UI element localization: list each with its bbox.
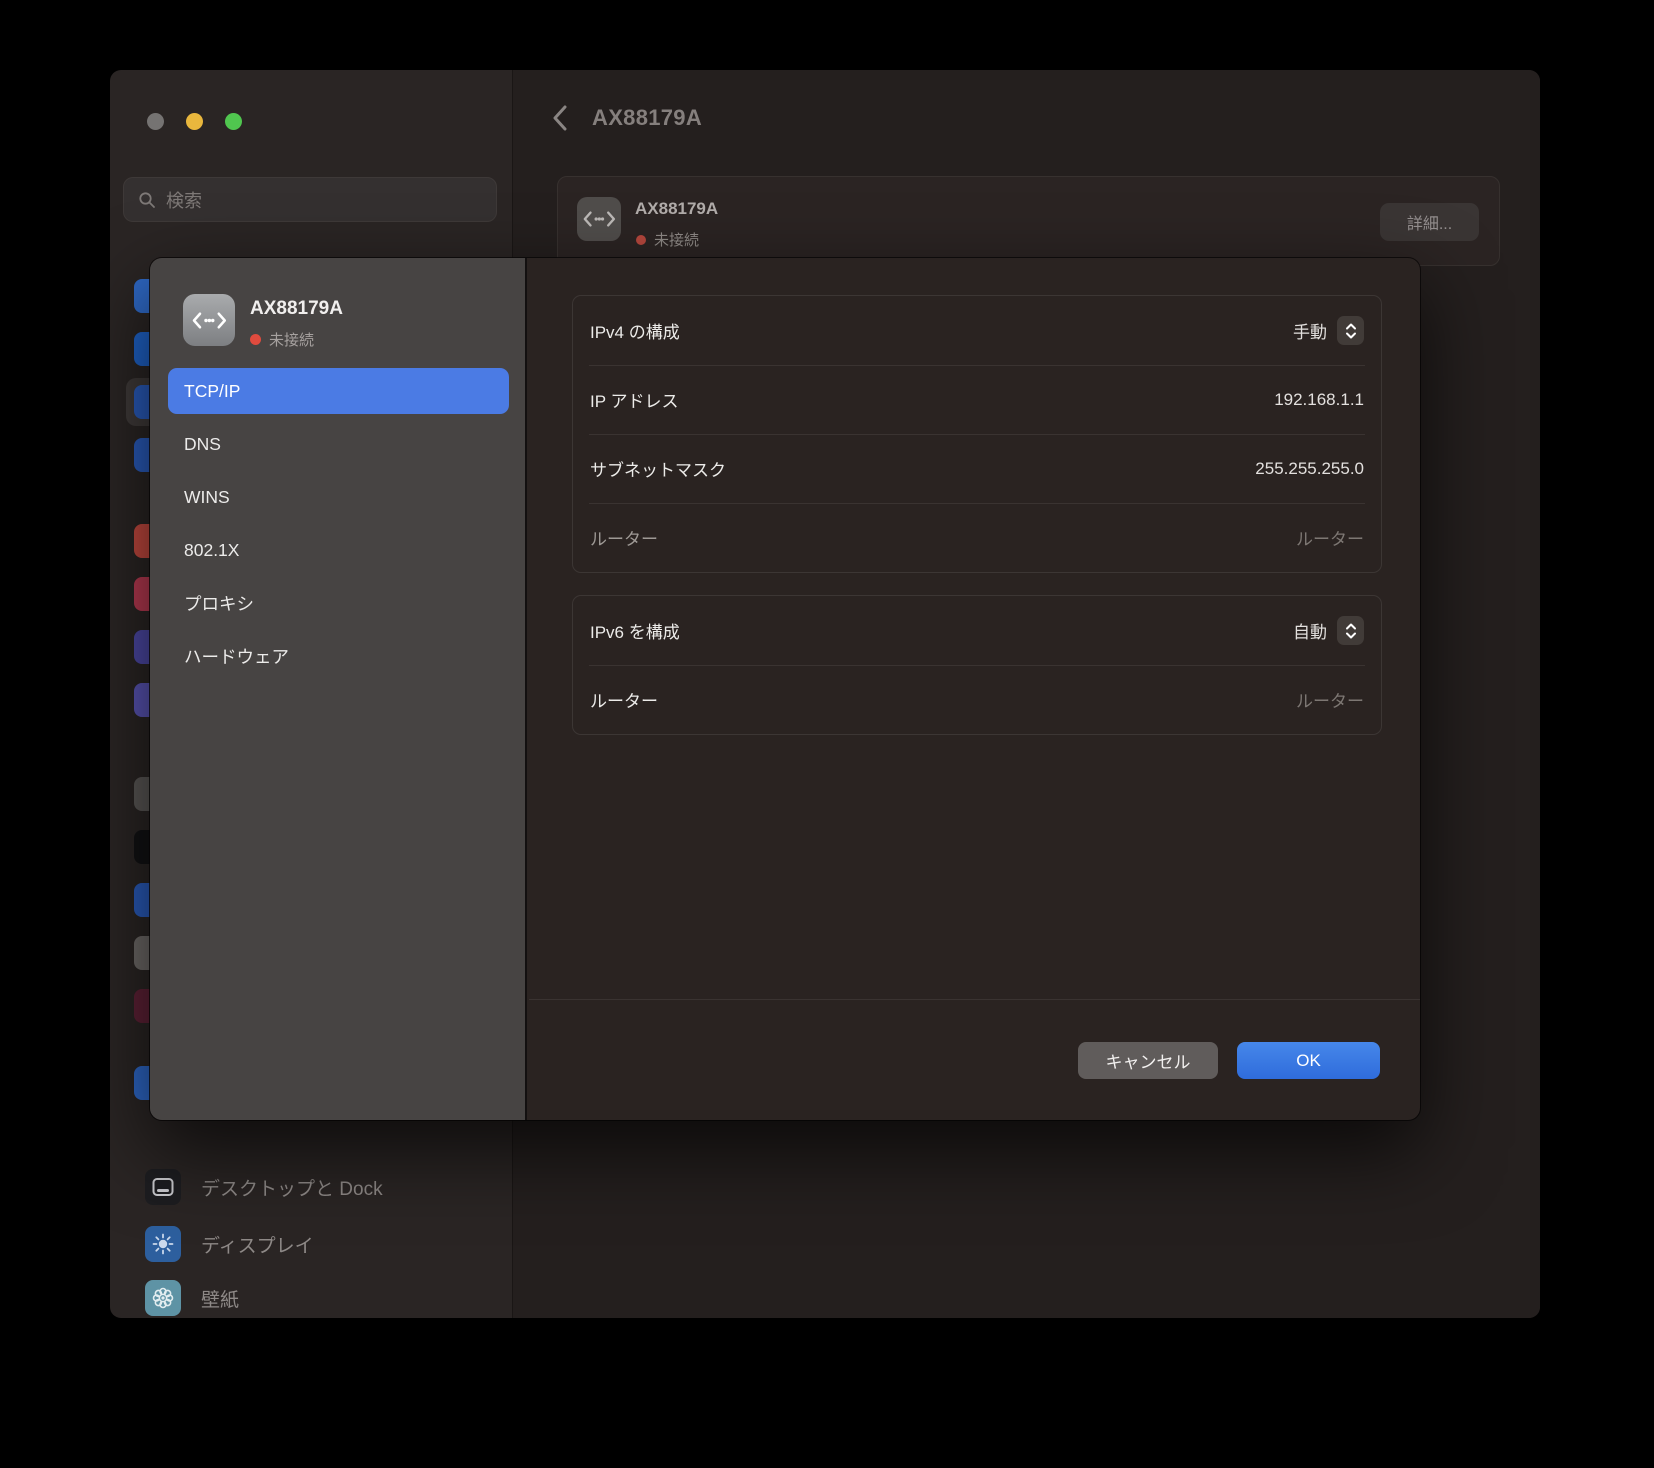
window-close-button[interactable] xyxy=(147,113,164,130)
sidebar-item-label: ディスプレイ xyxy=(201,1231,314,1258)
ipv6-router-row: ルーター ルーター xyxy=(573,665,1381,734)
ipv6-configure-stepper[interactable] xyxy=(1337,616,1364,645)
sheet-sidebar: AX88179A 未接続 TCP/IP DNS WINS 802.1X プロキシ… xyxy=(150,258,527,1120)
ipv4-router-field[interactable]: ルーター xyxy=(1296,525,1364,550)
ipv4-router-label: ルーター xyxy=(590,525,658,550)
sidebar-item-desktop-dock[interactable]: デスクトップと Dock xyxy=(135,1165,495,1209)
wallpaper-icon xyxy=(145,1280,181,1316)
main-header: AX88179A xyxy=(550,102,702,134)
ip-address-label: IP アドレス xyxy=(590,387,678,412)
tab-8021x[interactable]: 802.1X xyxy=(168,527,509,573)
ipv6-configure-label: IPv6 を構成 xyxy=(590,618,680,643)
ok-button[interactable]: OK xyxy=(1237,1042,1380,1079)
subnet-mask-label: サブネットマスク xyxy=(590,456,726,481)
ipv4-settings-group: IPv4 の構成 手動 IP アドレス 192.168.1.1 サブネットマスク xyxy=(572,295,1382,573)
tab-dns[interactable]: DNS xyxy=(168,421,509,467)
ipv6-configure-row: IPv6 を構成 自動 xyxy=(573,596,1381,665)
ipv4-configure-value: 手動 xyxy=(1293,318,1327,343)
sidebar-item-label: 壁紙 xyxy=(201,1285,239,1312)
tab-tcpip[interactable]: TCP/IP xyxy=(168,368,509,414)
sheet-nav: TCP/IP DNS WINS 802.1X プロキシ ハードウェア xyxy=(168,368,509,686)
window-minimize-button[interactable] xyxy=(186,113,203,130)
device-name: AX88179A xyxy=(635,199,718,219)
system-settings-window: 検索 デスクトップと Dock ディスプレイ xyxy=(110,70,1540,1318)
tab-proxies[interactable]: プロキシ xyxy=(168,580,509,626)
ipv6-settings-group: IPv6 を構成 自動 ルーター ルーター xyxy=(572,595,1382,735)
subnet-mask-field[interactable]: 255.255.255.0 xyxy=(1255,459,1364,479)
ipv4-configure-label: IPv4 の構成 xyxy=(590,318,680,343)
back-button[interactable] xyxy=(550,102,570,134)
display-icon xyxy=(145,1226,181,1262)
sidebar-item-wallpaper[interactable]: 壁紙 xyxy=(135,1276,495,1318)
window-zoom-button[interactable] xyxy=(225,113,242,130)
ip-address-row: IP アドレス 192.168.1.1 xyxy=(573,365,1381,434)
ipv4-configure-row: IPv4 の構成 手動 xyxy=(573,296,1381,365)
ethernet-adapter-icon xyxy=(577,197,621,241)
details-button[interactable]: 詳細... xyxy=(1380,203,1479,241)
ipv6-configure-value: 自動 xyxy=(1293,618,1327,643)
tab-hardware[interactable]: ハードウェア xyxy=(168,633,509,679)
sidebar-item-label: デスクトップと Dock xyxy=(201,1174,383,1201)
desktop-dock-icon xyxy=(145,1169,181,1205)
footer-divider xyxy=(529,999,1420,1000)
ipv6-router-field[interactable]: ルーター xyxy=(1296,687,1364,712)
ipv4-router-row: ルーター ルーター xyxy=(573,503,1381,572)
tab-wins[interactable]: WINS xyxy=(168,474,509,520)
search-icon xyxy=(138,191,156,209)
cancel-button[interactable]: キャンセル xyxy=(1078,1042,1218,1079)
device-status: 未接続 xyxy=(636,229,699,250)
status-dot-icon xyxy=(636,235,646,245)
device-name: AX88179A xyxy=(250,298,343,320)
search-placeholder: 検索 xyxy=(166,187,202,213)
status-text: 未接続 xyxy=(269,329,314,350)
sheet-content: IPv4 の構成 手動 IP アドレス 192.168.1.1 サブネットマスク xyxy=(529,258,1420,1120)
ipv4-configure-stepper[interactable] xyxy=(1337,316,1364,345)
status-text: 未接続 xyxy=(654,229,699,250)
ipv6-router-label: ルーター xyxy=(590,687,658,712)
tcpip-settings-sheet: AX88179A 未接続 TCP/IP DNS WINS 802.1X プロキシ… xyxy=(150,258,1420,1120)
sidebar-item-display[interactable]: ディスプレイ xyxy=(135,1222,495,1266)
search-input[interactable]: 検索 xyxy=(123,177,497,222)
network-device-card[interactable]: AX88179A 未接続 詳細... xyxy=(557,176,1500,266)
ethernet-adapter-icon xyxy=(183,294,235,346)
status-dot-icon xyxy=(250,334,261,345)
subnet-mask-row: サブネットマスク 255.255.255.0 xyxy=(573,434,1381,503)
page-title: AX88179A xyxy=(592,105,702,131)
device-status: 未接続 xyxy=(250,329,314,350)
ip-address-field[interactable]: 192.168.1.1 xyxy=(1274,390,1364,410)
